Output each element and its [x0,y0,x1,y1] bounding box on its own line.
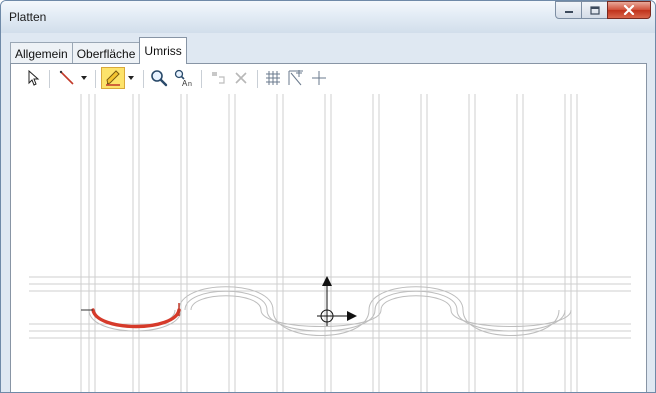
line-icon [59,70,74,85]
line-dropdown-button[interactable] [79,67,89,89]
minimize-icon [564,11,573,13]
svg-text:n: n [188,81,192,87]
snap-angle-icon [288,70,303,86]
chevron-down-icon [81,76,87,80]
close-button[interactable] [607,1,651,19]
close-icon [623,5,635,15]
move-tool-button[interactable] [207,67,229,89]
drawing-canvas[interactable] [11,94,647,393]
find-replace-icon: A n [174,69,192,87]
window: Platten Allgemein Oberfläche Umriss A n [0,0,656,393]
vertical-guides [80,94,578,392]
minimize-button[interactable] [555,1,582,19]
zoom-tool-button[interactable] [148,67,170,89]
grid-icon [266,71,280,85]
maximize-button[interactable] [581,1,608,19]
crosshair-icon [312,71,326,85]
toolbar-separator [143,70,144,88]
line-tool-button[interactable] [56,67,78,89]
snap-toggle-button[interactable] [286,67,306,89]
toolbar: A n [11,64,641,92]
maximize-icon [589,5,600,15]
draw-dropdown-button[interactable] [126,67,136,89]
caption-buttons [555,1,651,19]
cursor-arrow-icon [28,70,40,86]
tab-oberflaeche[interactable]: Oberfläche [71,42,141,64]
find-tool-button[interactable]: A n [172,67,196,89]
delete-tool-button[interactable] [231,67,251,89]
tab-umriss[interactable]: Umriss [139,37,187,64]
magnifier-icon [151,70,168,87]
horizontal-guides [29,276,631,339]
crosshair-toggle-button[interactable] [309,67,329,89]
title-bar[interactable]: Platten [1,1,655,33]
toolbar-separator [49,70,50,88]
select-tool-button[interactable] [25,67,43,89]
tab-allgemein[interactable]: Allgemein [10,42,73,64]
tab-strip: Allgemein Oberfläche Umriss [10,37,187,64]
window-title: Platten [9,10,47,24]
toolbar-separator [95,70,96,88]
toolbar-separator [201,70,202,88]
move-segment-icon [212,72,225,84]
delete-x-icon [235,72,247,84]
chevron-down-icon [128,76,134,80]
draw-tool-button[interactable] [101,67,125,89]
toolbar-separator [257,70,258,88]
grid-toggle-button[interactable] [263,67,283,89]
pencil-icon [106,70,120,86]
